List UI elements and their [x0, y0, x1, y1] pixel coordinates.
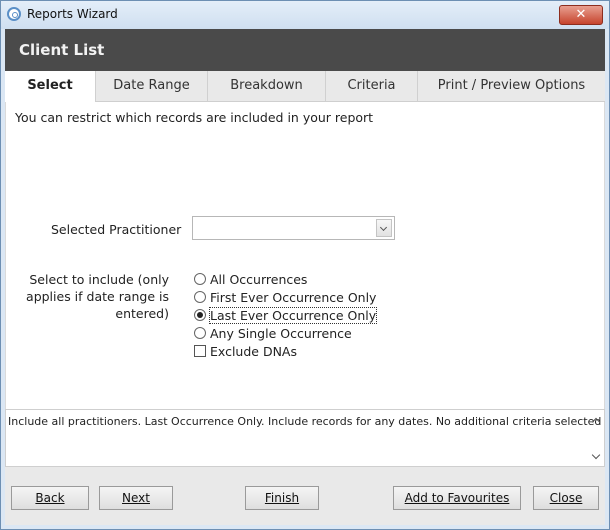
exclude-dnas-label[interactable]: Exclude DNAs	[210, 344, 297, 359]
scroll-down-icon[interactable]	[591, 450, 601, 460]
tab-select[interactable]: Select	[5, 71, 95, 102]
exclude-dnas-checkbox[interactable]	[194, 345, 206, 357]
wizard-content: Client List Select Date Range Breakdown …	[5, 29, 605, 525]
include-label-line-2: applies if date range is	[26, 289, 169, 304]
radio-first-ever-occurrence[interactable]	[194, 291, 206, 303]
back-button[interactable]: Back	[11, 486, 89, 510]
finish-button[interactable]: Finish	[245, 486, 319, 510]
window-close-button[interactable]: ✕	[559, 5, 603, 25]
radio-all-occurrences[interactable]	[194, 273, 206, 285]
summary-text: Include all practitioners. Last Occurren…	[8, 415, 602, 428]
tab-strip: Select Date Range Breakdown Criteria Pri…	[5, 71, 605, 102]
scroll-up-icon[interactable]	[591, 416, 601, 427]
report-header: Client List	[5, 29, 605, 71]
button-bar: Back Next Finish Add to Favourites Close	[5, 467, 605, 525]
radio-any-single-occurrence[interactable]	[194, 327, 206, 339]
tab-criteria[interactable]: Criteria	[325, 71, 417, 101]
tab-print-preview-options[interactable]: Print / Preview Options	[417, 71, 605, 101]
radio-label-first-ever-occurrence[interactable]: First Ever Occurrence Only	[210, 290, 376, 305]
window-title: Reports Wizard	[27, 7, 118, 21]
app-icon	[7, 7, 21, 21]
title-bar: Reports Wizard ✕	[1, 1, 609, 29]
radio-label-any-single-occurrence[interactable]: Any Single Occurrence	[210, 326, 352, 341]
tab-date-range[interactable]: Date Range	[95, 71, 207, 101]
close-button[interactable]: Close	[533, 486, 599, 510]
include-label-line-1: Select to include (only	[29, 272, 169, 287]
intro-text: You can restrict which records are inclu…	[15, 110, 374, 125]
summary-box[interactable]: Include all practitioners. Last Occurren…	[5, 409, 605, 467]
practitioner-select[interactable]	[192, 216, 395, 240]
report-title: Client List	[19, 41, 105, 59]
select-panel: You can restrict which records are inclu…	[5, 102, 605, 409]
practitioner-label: Selected Practitioner	[51, 222, 182, 237]
next-button[interactable]: Next	[99, 486, 173, 510]
tab-breakdown[interactable]: Breakdown	[207, 71, 325, 101]
radio-last-ever-occurrence[interactable]	[194, 309, 206, 321]
chevron-down-icon[interactable]	[376, 219, 392, 237]
radio-label-last-ever-occurrence[interactable]: Last Ever Occurrence Only	[208, 307, 378, 324]
include-label-line-3: entered)	[115, 306, 169, 321]
reports-wizard-window: Reports Wizard ✕ Client List Select Date…	[0, 0, 610, 530]
add-to-favourites-button[interactable]: Add to Favourites	[393, 486, 521, 510]
radio-label-all-occurrences[interactable]: All Occurrences	[210, 272, 307, 287]
